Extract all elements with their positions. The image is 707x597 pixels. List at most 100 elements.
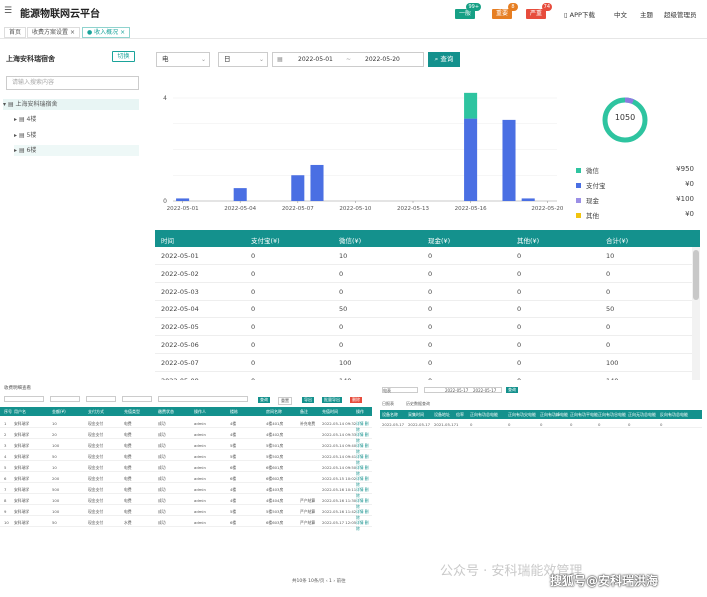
caret-down-icon[interactable]: ▾ xyxy=(3,101,6,108)
tree-node-5f[interactable]: ▸ ▤ 5楼 xyxy=(14,130,36,141)
report-meter-select[interactable]: 电表 xyxy=(382,387,418,393)
detail-cell: 现金支付 xyxy=(88,465,104,470)
detail-row[interactable]: 3 安科瑞学 100 现金支付 电费 成功 admin 5楼 5楼501房 2022-05-14 … xyxy=(0,440,372,454)
tab-home[interactable]: 首页 xyxy=(4,27,27,38)
tab-income[interactable]: ● 收入概况 × xyxy=(82,27,131,38)
detail-col-header: 充值类型 xyxy=(124,409,140,414)
floor-icon: ▤ xyxy=(18,147,25,154)
user-menu[interactable]: 超级管理员 xyxy=(664,9,697,19)
date-range-picker[interactable]: ▦ 2022-05-01 ~ 2022-05-20 xyxy=(272,52,424,67)
table-row[interactable]: 2022-05-07 0 100 0 0 100 xyxy=(155,354,692,372)
detail-row[interactable]: 2 安科瑞学 20 现金支付 电费 成功 admin 4楼 4楼402房 2022-05-14 0… xyxy=(0,429,372,443)
caret-right-icon[interactable]: ▸ xyxy=(14,132,17,139)
table-row[interactable]: 2022-05-04 0 50 0 0 50 xyxy=(155,300,692,319)
alarm-severe-button[interactable]: 严重 74 xyxy=(526,3,553,19)
table-cell: 0 xyxy=(339,287,344,296)
detail-reset-button[interactable]: 重置 xyxy=(278,397,292,405)
table-row[interactable]: 2022-05-08 0 140 0 0 140 xyxy=(155,372,692,380)
theme-link[interactable]: 主题 xyxy=(640,9,653,19)
table-cell: 0 xyxy=(339,269,344,278)
detail-export-button[interactable]: 导出 xyxy=(302,397,314,403)
detail-batch-export-button[interactable]: 批量导出 xyxy=(322,397,342,403)
language-link[interactable]: 中文 xyxy=(614,9,627,19)
detail-cell: 现金支付 xyxy=(88,421,104,426)
detail-row[interactable]: 8 安科瑞学 100 现金支付 电费 成功 admin 4楼 4楼404房 严产结算 2022-05… xyxy=(0,495,372,509)
table-row[interactable]: 2022-05-02 0 0 0 0 0 xyxy=(155,265,692,283)
table-row[interactable]: 2022-05-03 0 0 0 0 0 xyxy=(155,283,692,301)
detail-filter-select[interactable] xyxy=(50,396,80,402)
legend-wechat[interactable]: 微信 ¥950 xyxy=(576,165,694,175)
detail-row[interactable]: 1 安科瑞学 10 现金支付 电费 成功 admin 4楼 4楼401房 补充电费 2022-05-… xyxy=(0,418,372,432)
sidebar: 上海安科瑞宿舍 切换 请输入搜索内容 ▾ ▤ 上海安科瑞宿舍 ▸ ▤ 4楼 ▸ … xyxy=(0,44,148,384)
table-cell: 0 xyxy=(251,252,256,260)
detail-delete-button[interactable]: 删除 xyxy=(350,397,362,403)
legend-other[interactable]: 其他 ¥0 xyxy=(576,210,694,220)
x-tick-label: 2022-05-07 xyxy=(282,206,314,212)
close-icon[interactable]: × xyxy=(70,29,75,36)
detail-cell: 现金支付 xyxy=(88,432,104,437)
legend-alipay[interactable]: 支付宝 ¥0 xyxy=(576,180,694,190)
report-tab-history[interactable]: 历史数据查询 xyxy=(406,401,430,407)
alarm-important-button[interactable]: 重要 8 xyxy=(492,3,519,19)
caret-right-icon[interactable]: ▸ xyxy=(14,116,17,123)
bar-支付宝 xyxy=(310,164,324,201)
detail-filter-select[interactable] xyxy=(86,396,116,402)
detail-row[interactable]: 7 安科瑞学 500 现金支付 电费 成功 admin 4楼 4楼403房 2022-05-16 … xyxy=(0,484,372,498)
alarm-normal-button[interactable]: 一般 99+ xyxy=(455,3,482,19)
table-cell: 0 xyxy=(517,287,522,296)
table-scroll-thumb[interactable] xyxy=(693,250,699,300)
legend-swatch xyxy=(576,198,581,203)
legend-cash[interactable]: 现金 ¥100 xyxy=(576,195,694,205)
table-cell: 0 xyxy=(428,323,433,332)
report-cell: 0 xyxy=(628,422,631,427)
end-date[interactable]: 2022-05-20 xyxy=(365,53,400,66)
detail-cell[interactable]: 详情 删除 xyxy=(356,520,372,532)
tree-node-root[interactable]: ▾ ▤ 上海安科瑞宿舍 xyxy=(3,99,139,110)
detail-cell: 4 xyxy=(4,454,7,459)
x-tick-label: 2022-05-13 xyxy=(397,206,429,212)
detail-cell: 安科瑞学 xyxy=(14,487,30,492)
detail-filter-select[interactable] xyxy=(122,396,152,402)
detail-row[interactable]: 5 安科瑞学 10 现金支付 电费 成功 admin 6楼 6楼601房 2022-05-14 0… xyxy=(0,462,372,476)
table-row[interactable]: 2022-05-01 0 10 0 0 10 xyxy=(155,247,692,265)
report-date-range[interactable]: 2022-05-17 2022-05-17 xyxy=(424,387,502,393)
tree-node-4f[interactable]: ▸ ▤ 4楼 xyxy=(14,114,36,125)
detail-query-button[interactable]: 查询 xyxy=(258,397,270,403)
table-row[interactable]: 2022-05-05 0 0 0 0 0 xyxy=(155,318,692,337)
detail-search-input[interactable] xyxy=(4,396,44,402)
detail-row[interactable]: 4 安科瑞学 50 现金支付 电费 成功 admin 5楼 5楼502房 2022-05-14 0… xyxy=(0,451,372,465)
query-button[interactable]: ⌕ 查询 xyxy=(428,52,460,67)
menu-toggle-icon[interactable]: ☰ xyxy=(4,6,12,16)
app-download-link[interactable]: ▯ APP下载 xyxy=(564,9,595,19)
energy-type-select[interactable]: 电 ⌄ xyxy=(156,52,210,67)
table-cell: 0 xyxy=(517,341,522,349)
bar-支付宝 xyxy=(291,175,305,201)
switch-button[interactable]: 切换 xyxy=(112,51,135,62)
table-row[interactable]: 2022-05-06 0 0 0 0 0 xyxy=(155,336,692,354)
tab-fee-plan[interactable]: 收费方案设置 × xyxy=(27,27,80,38)
table-cell: 2022-05-07 xyxy=(161,358,199,367)
detail-row[interactable]: 9 安科瑞学 100 现金支付 电费 成功 admin 5楼 5楼503房 严产结算 2022-05… xyxy=(0,506,372,520)
start-date[interactable]: 2022-05-01 xyxy=(298,53,333,66)
report-tab-daily[interactable]: 日报表 xyxy=(382,401,394,407)
detail-date-range[interactable] xyxy=(158,396,248,402)
report-cell: 0 xyxy=(508,422,511,427)
close-icon[interactable]: × xyxy=(120,29,125,36)
detail-cell: 5楼501房 xyxy=(266,443,284,448)
detail-cell: 补充电费 xyxy=(300,421,316,426)
report-table-row[interactable]: 2022-05-17 2022-05-17 2021-05-17 1 0 0 0 0 0 0 0 xyxy=(380,420,702,428)
bar-支付宝 xyxy=(521,198,535,201)
tab-bar: 首页 收费方案设置 × ● 收入概况 × xyxy=(0,27,707,39)
report-query-button[interactable]: 查询 xyxy=(506,387,518,393)
sidebar-search-input[interactable]: 请输入搜索内容 xyxy=(6,76,139,90)
detail-col-header: 备注 xyxy=(300,409,308,414)
col-alipay: 支付宝(¥) xyxy=(251,237,280,245)
detail-pager[interactable]: 共10条 10条/页 ‹ 1 › 前往 xyxy=(292,578,346,584)
caret-right-icon[interactable]: ▸ xyxy=(14,147,17,154)
detail-row[interactable]: 10 安科瑞学 50 现金支付 水费 成功 admin 6楼 6楼603房 严产结算 2022-05… xyxy=(0,517,372,531)
detail-cell: 安科瑞学 xyxy=(14,509,30,514)
table-cell: 0 xyxy=(339,323,344,332)
tree-node-6f[interactable]: ▸ ▤ 6楼 xyxy=(14,145,139,156)
detail-row[interactable]: 6 安科瑞学 200 现金支付 电费 成功 admin 6楼 6楼602房 2022-05-15 … xyxy=(0,473,372,487)
period-select[interactable]: 日 ⌄ xyxy=(218,52,268,67)
